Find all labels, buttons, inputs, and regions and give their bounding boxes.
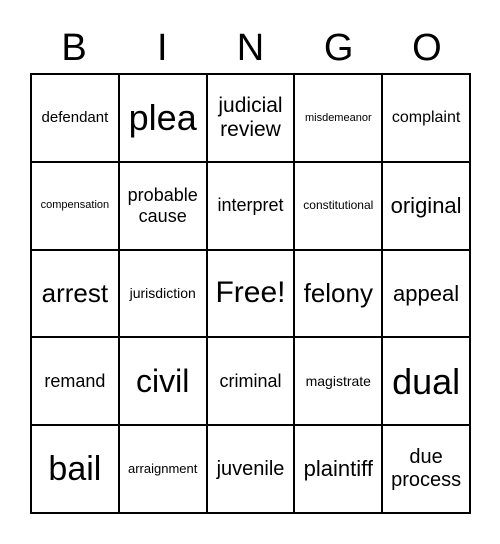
bingo-cell[interactable]: criminal [206, 337, 295, 426]
bingo-cell[interactable]: juvenile [206, 425, 295, 513]
free-space-cell[interactable]: Free! [206, 249, 295, 338]
bingo-cell[interactable]: due process [382, 425, 470, 513]
bingo-cell[interactable]: probable cause [118, 161, 207, 250]
bingo-cell[interactable]: appeal [382, 249, 470, 338]
bingo-cell[interactable]: jurisdiction [118, 249, 207, 338]
header-letter: I [157, 27, 168, 69]
bingo-cell[interactable]: plea [118, 74, 207, 162]
bingo-cell[interactable]: misdemeanor [294, 74, 383, 162]
bingo-cell[interactable]: felony [294, 249, 383, 338]
bingo-cell[interactable]: arraignment [118, 425, 207, 513]
header-letter: N [236, 27, 265, 69]
bingo-cell[interactable]: arrest [31, 249, 119, 338]
bingo-cell[interactable]: plaintiff [294, 425, 383, 513]
bingo-cell[interactable]: remand [31, 337, 119, 426]
bingo-cell[interactable]: complaint [382, 74, 470, 162]
bingo-cell[interactable]: compensation [31, 161, 119, 250]
bingo-cell[interactable]: judicial review [206, 74, 295, 162]
bingo-cell[interactable]: constitutional [294, 161, 383, 250]
header-letter: O [412, 27, 442, 69]
bingo-grid: defendant plea judicial review misdemeanor c… [30, 73, 471, 514]
bingo-cell[interactable]: bail [31, 425, 119, 513]
bingo-cell[interactable]: dual [382, 337, 470, 426]
bingo-cell[interactable]: interpret [206, 161, 295, 250]
header-letter: B [61, 27, 87, 69]
bingo-cell[interactable]: original [382, 161, 470, 250]
bingo-cell[interactable]: civil [118, 337, 207, 426]
bingo-header: B I N G O [30, 24, 471, 72]
bingo-cell[interactable]: magistrate [294, 337, 383, 426]
bingo-cell[interactable]: defendant [31, 74, 119, 162]
header-letter: G [323, 27, 354, 69]
